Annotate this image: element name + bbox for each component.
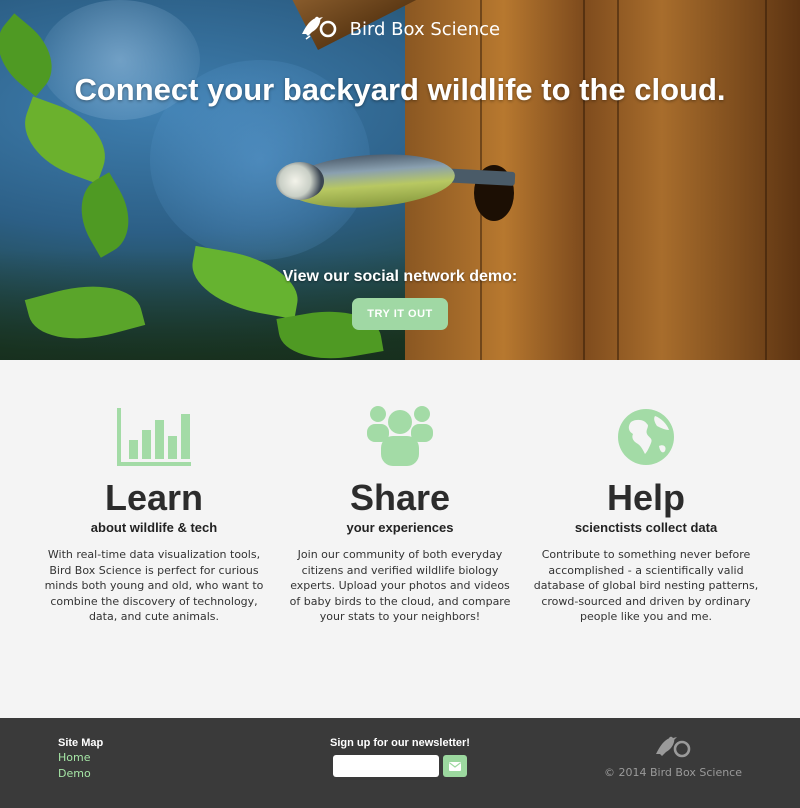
try-it-out-button[interactable]: TRY IT OUT [352,298,448,330]
wood-plank-line [617,0,619,360]
wood-plank-line [583,0,585,360]
feature-description: Join our community of both everyday citi… [289,548,511,623]
bird-head [276,162,324,200]
newsletter-signup: Sign up for our newsletter! [320,737,480,777]
bar-chart-icon [117,408,191,470]
copyright-block: © 2014 Bird Box Science [604,734,742,779]
sitemap-link-home[interactable]: Home [58,750,103,765]
globe-icon [617,408,675,470]
demo-label: View our social network demo: [282,268,518,285]
sitemap: Site Map Home Demo [58,737,103,781]
newsletter-submit-button[interactable] [443,755,467,777]
hero-banner: Bird Box Science Connect your backyard w… [0,0,800,360]
sitemap-heading: Site Map [58,737,104,749]
feature-title: Share [349,477,451,518]
bird-magnifier-icon [300,14,338,45]
leaf-decoration [65,172,145,258]
feature-help: Help scienctists collect data Contribute… [530,404,762,625]
wood-plank-line [765,0,767,360]
feature-subtitle: scienctists collect data [574,520,718,535]
sitemap-link-demo[interactable]: Demo [58,766,103,781]
newsletter-email-input[interactable] [333,755,439,777]
feature-subtitle: about wildlife & tech [90,520,218,535]
brand-name: Bird Box Science [349,19,501,40]
features-section: Learn about wildlife & tech With real-ti… [0,360,800,718]
copyright-text: © 2014 Bird Box Science [604,766,742,779]
feature-learn: Learn about wildlife & tech With real-ti… [38,404,270,625]
feature-subtitle: your experiences [346,520,454,535]
hero-headline: Connect your backyard wildlife to the cl… [74,72,726,107]
feature-title: Learn [104,477,204,518]
footer: Site Map Home Demo Sign up for our newsl… [0,718,800,808]
people-group-icon [365,402,435,470]
feature-title: Help [606,477,685,518]
feature-description: With real-time data visualization tools,… [44,548,264,623]
envelope-icon [449,759,461,774]
feature-description: Contribute to something never before acc… [533,548,759,623]
newsletter-heading: Sign up for our newsletter! [330,737,470,749]
brand-header[interactable]: Bird Box Science [0,14,800,45]
bird-magnifier-icon [653,736,693,764]
feature-share: Share your experiences Join our communit… [284,404,516,625]
